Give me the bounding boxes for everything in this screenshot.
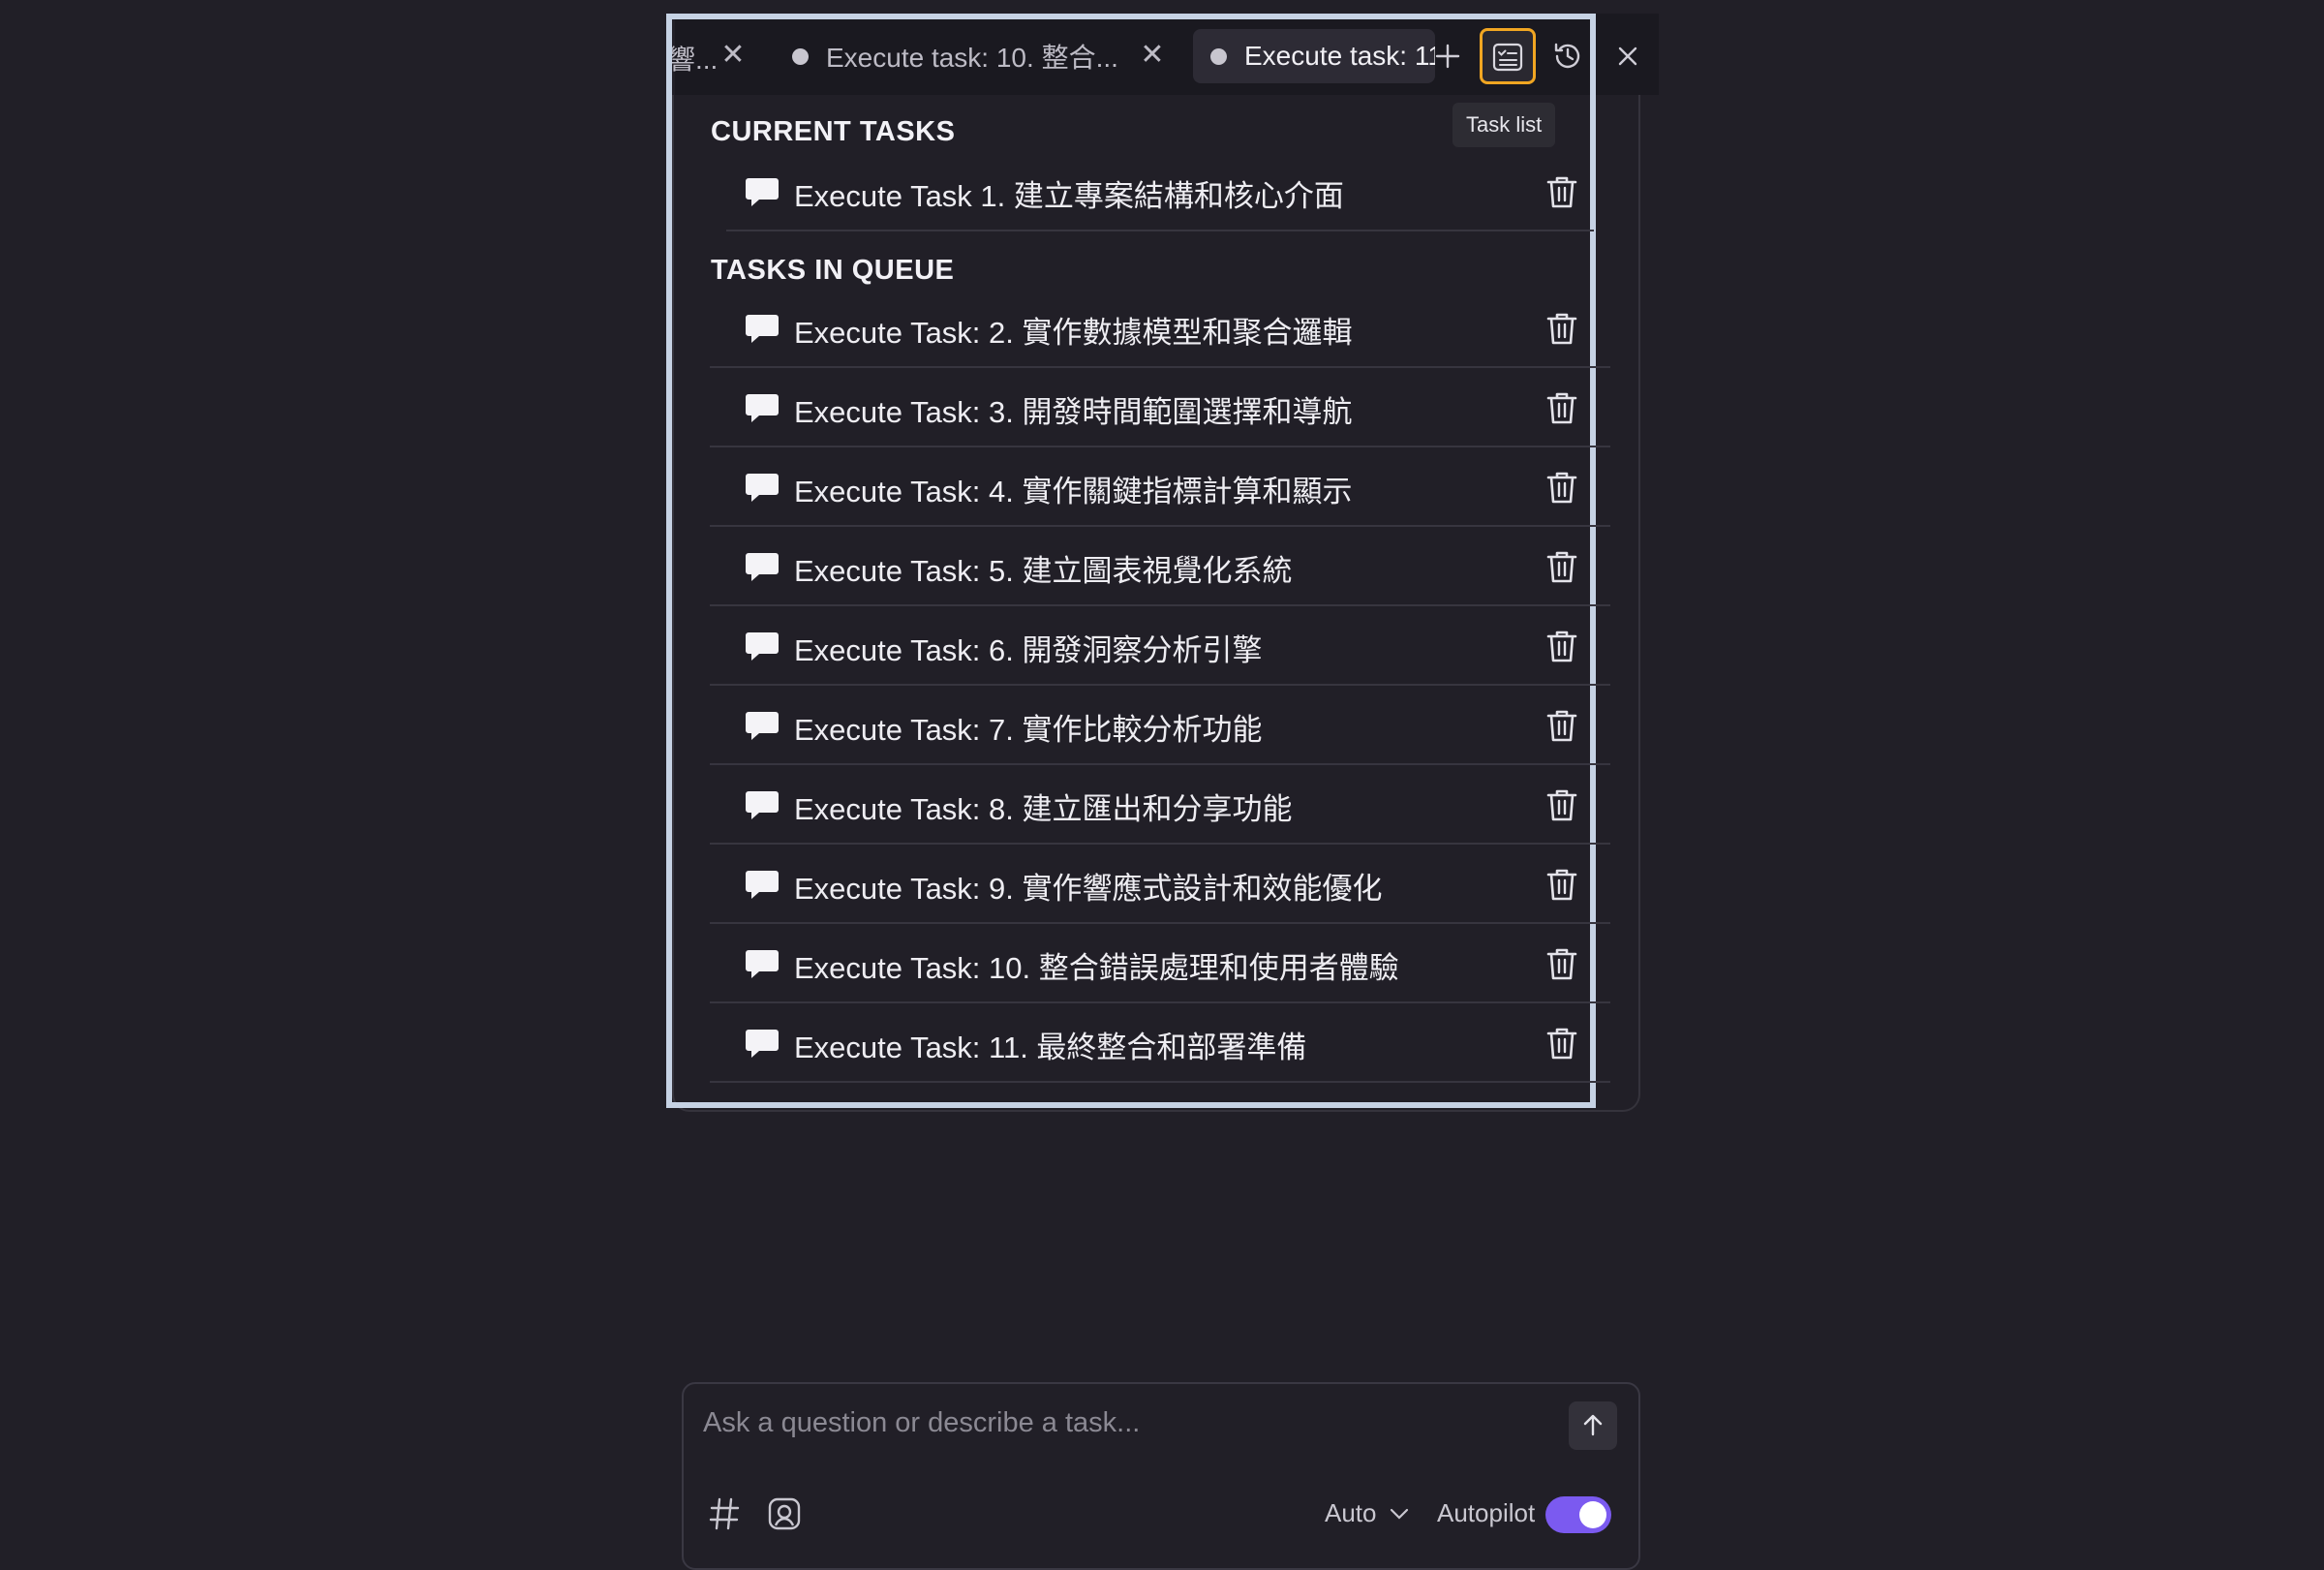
context-hash-button[interactable]: [709, 1496, 740, 1538]
close-icon: [1618, 46, 1637, 66]
chat-bubble-icon: [746, 950, 779, 978]
task-label: Execute Task: 3. 開發時間範圍選擇和導航: [794, 395, 1353, 429]
queued-task-row[interactable]: Execute Task: 10. 整合錯誤處理和使用者體驗: [710, 924, 1610, 1003]
image-icon: [768, 1497, 801, 1530]
task-label: Execute Task 1. 建立專案結構和核心介面: [794, 179, 1344, 213]
queued-task-row[interactable]: Execute Task: 7. 實作比較分析功能: [710, 686, 1610, 765]
chat-bubble-icon: [746, 394, 779, 422]
queued-task-row[interactable]: Execute Task: 4. 實作關鍵指標計算和顯示: [710, 447, 1610, 527]
queued-task-row[interactable]: Execute Task: 5. 建立圖表視覺化系統: [710, 527, 1610, 606]
queued-task-row[interactable]: Execute Task: 3. 開發時間範圍選擇和導航: [710, 368, 1610, 447]
current-task-row[interactable]: Execute Task 1. 建立專案結構和核心介面: [726, 152, 1594, 231]
mode-label: Auto: [1325, 1498, 1377, 1527]
trash-icon[interactable]: [1544, 628, 1579, 664]
mode-select[interactable]: Auto: [1325, 1498, 1410, 1528]
task-label: Execute Task: 10. 整合錯誤處理和使用者體驗: [794, 951, 1399, 985]
toggle-knob: [1579, 1501, 1606, 1528]
image-upload-button[interactable]: [767, 1496, 802, 1538]
trash-icon[interactable]: [1544, 786, 1579, 823]
autopilot-toggle[interactable]: [1545, 1496, 1611, 1533]
chat-bubble-icon: [746, 1030, 779, 1058]
task-list-tooltip: Task list: [1452, 103, 1556, 147]
arrow-up-icon: [1583, 1414, 1603, 1436]
task-label: Execute Task: 11. 最終整合和部署準備: [794, 1031, 1307, 1064]
hash-icon: [709, 1497, 740, 1530]
task-label: Execute Task: 4. 實作關鍵指標計算和顯示: [794, 475, 1353, 508]
trash-icon[interactable]: [1544, 866, 1579, 903]
queued-task-row[interactable]: Execute Task: 11. 最終整合和部署準備: [710, 1003, 1610, 1083]
chat-bubble-icon: [746, 178, 779, 206]
trash-icon[interactable]: [1544, 310, 1579, 347]
task-label: Execute Task: 2. 實作數據模型和聚合邏輯: [794, 316, 1353, 350]
chat-bubble-icon: [746, 871, 779, 899]
trash-icon[interactable]: [1544, 389, 1579, 426]
trash-icon[interactable]: [1544, 707, 1579, 744]
close-panel-button[interactable]: [1600, 28, 1656, 84]
chevron-down-icon: [1390, 1508, 1408, 1520]
chat-bubble-icon: [746, 712, 779, 740]
queued-task-row[interactable]: Execute Task: 6. 開發洞察分析引擎: [710, 606, 1610, 686]
tasks-in-queue-heading: TASKS IN QUEUE: [711, 255, 955, 286]
chat-bubble-icon: [746, 632, 779, 661]
queued-task-row[interactable]: Execute Task: 2. 實作數據模型和聚合邏輯: [710, 289, 1610, 368]
trash-icon[interactable]: [1544, 173, 1579, 210]
trash-icon[interactable]: [1544, 1025, 1579, 1062]
autopilot-label: Autopilot: [1437, 1498, 1536, 1527]
task-input[interactable]: Ask a question or describe a task...: [703, 1407, 1140, 1439]
current-tasks-heading: CURRENT TASKS: [711, 116, 956, 147]
queued-task-row[interactable]: Execute Task: 8. 建立匯出和分享功能: [710, 765, 1610, 845]
trash-icon[interactable]: [1544, 548, 1579, 585]
send-button[interactable]: [1569, 1401, 1617, 1450]
queued-task-row[interactable]: Execute Task: 9. 實作響應式設計和效能優化: [710, 845, 1610, 924]
task-label: Execute Task: 9. 實作響應式設計和效能優化: [794, 872, 1383, 906]
chat-bubble-icon: [746, 474, 779, 502]
chat-composer: Ask a question or describe a task... Aut…: [682, 1382, 1640, 1570]
task-label: Execute Task: 6. 開發洞察分析引擎: [794, 633, 1263, 667]
trash-icon[interactable]: [1544, 945, 1579, 982]
chat-bubble-icon: [746, 553, 779, 581]
trash-icon[interactable]: [1544, 469, 1579, 506]
chat-bubble-icon: [746, 791, 779, 819]
task-label: Execute Task: 7. 實作比較分析功能: [794, 713, 1263, 747]
task-label: Execute Task: 8. 建立匯出和分享功能: [794, 792, 1293, 826]
task-label: Execute Task: 5. 建立圖表視覺化系統: [794, 554, 1293, 588]
chat-bubble-icon: [746, 315, 779, 343]
